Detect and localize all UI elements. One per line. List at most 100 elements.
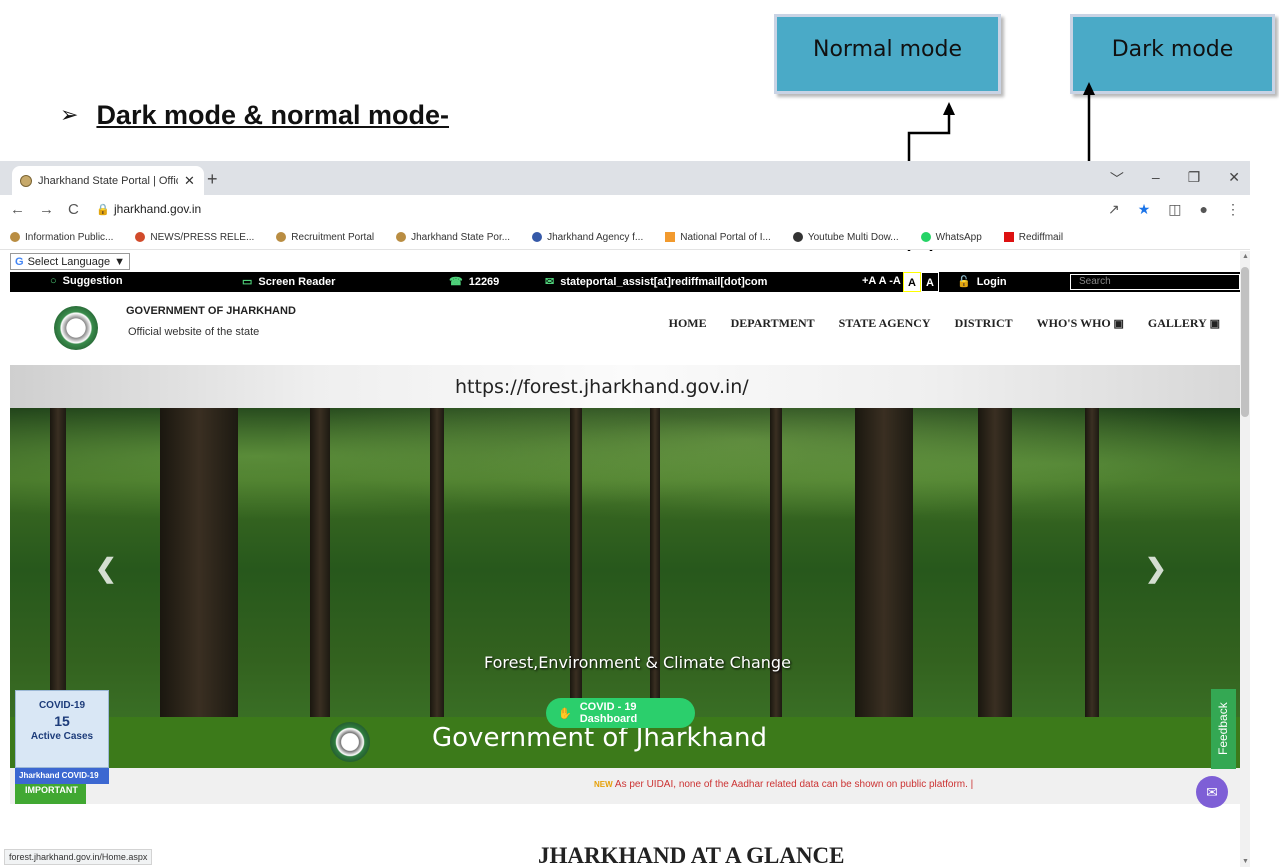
menu-state-agency[interactable]: STATE AGENCY <box>839 316 931 331</box>
bookmark-label: Information Public... <box>25 231 114 243</box>
menu-district[interactable]: DISTRICT <box>955 316 1013 331</box>
bookmark-label: Youtube Multi Dow... <box>807 231 899 243</box>
url-banner: https://forest.jharkhand.gov.in/ <box>10 365 1240 408</box>
sidepanel-icon[interactable]: ◫ <box>1168 201 1181 218</box>
normal-mode-button[interactable]: A <box>903 272 921 292</box>
covid-label: Active Cases <box>30 731 94 742</box>
site-search-input[interactable]: Search <box>1070 274 1240 290</box>
scroll-down-icon[interactable]: ▼ <box>1242 858 1249 865</box>
login-link[interactable]: 🔓 Login <box>957 275 1007 288</box>
url-banner-text: https://forest.jharkhand.gov.in/ <box>455 376 749 398</box>
bookmark-favicon-icon <box>532 232 543 242</box>
share-icon[interactable]: ↗ <box>1108 201 1120 218</box>
covid-count: 15 <box>54 713 70 729</box>
minimize-icon[interactable]: – <box>1152 169 1160 189</box>
page-scrollbar[interactable]: ▲ ▼ <box>1240 251 1250 867</box>
address-bar: ← → C 🔒 jharkhand.gov.in ↗ ★ ◫ ● ⋮ <box>0 195 1250 225</box>
bookmark-item[interactable]: WhatsApp <box>920 231 982 243</box>
normal-mode-arrowhead <box>943 102 955 115</box>
language-select-label: Select Language <box>27 255 111 268</box>
bookmark-item[interactable]: Recruitment Portal <box>276 232 374 243</box>
close-window-icon[interactable]: ✕ <box>1228 169 1240 189</box>
new-tab-button[interactable]: + <box>207 169 218 190</box>
page: ➢ Dark mode & normal mode- Normal mode D… <box>0 0 1279 867</box>
dark-mode-button[interactable]: A <box>921 272 939 292</box>
bookmark-favicon-icon <box>665 232 676 242</box>
new-badge: NEW <box>594 780 613 789</box>
bookmark-star-icon[interactable]: ★ <box>1138 201 1151 218</box>
bullet-icon: ➢ <box>60 103 79 128</box>
gov-name: GOVERNMENT OF JHARKHAND <box>126 305 296 317</box>
login-label: Login <box>976 276 1007 288</box>
forward-icon[interactable]: → <box>39 201 54 218</box>
reload-icon[interactable]: C <box>68 201 79 218</box>
suggestion-link[interactable]: ○ Suggestion <box>50 275 123 287</box>
covid-widget[interactable]: COVID-19 15 Active Cases <box>15 690 109 768</box>
menu-home[interactable]: HOME <box>669 316 707 331</box>
tab-title: Jharkhand State Portal | Official V <box>38 174 178 187</box>
dropdown-caret-icon: ▼ <box>114 255 126 268</box>
bookmark-item[interactable]: National Portal of I... <box>665 232 771 243</box>
screen-reader-link[interactable]: ▭ Screen Reader <box>242 275 335 288</box>
bookmark-favicon-icon <box>135 232 146 242</box>
scroll-up-icon[interactable]: ▲ <box>1242 253 1249 260</box>
bookmark-label: Jharkhand State Por... <box>411 231 511 243</box>
language-bar: G Select Language ▼ <box>0 251 1240 272</box>
bookmark-item[interactable]: Jharkhand State Por... <box>396 232 510 243</box>
bookmark-label: Rediffmail <box>1018 231 1064 243</box>
font-size-controls[interactable]: +A A -A <box>862 275 901 287</box>
profile-icon[interactable]: ● <box>1200 201 1208 218</box>
covid-tag[interactable]: Jharkhand COVID-19 <box>15 768 109 784</box>
bookmark-label: National Portal of I... <box>680 231 771 243</box>
restore-icon[interactable]: ❐ <box>1188 169 1201 189</box>
covid-dashboard-button[interactable]: ✋ COVID - 19 Dashboard <box>546 698 695 728</box>
suggestion-label: Suggestion <box>62 275 123 287</box>
status-bar-url: forest.jharkhand.gov.in/Home.aspx <box>4 849 153 865</box>
bookmark-label: WhatsApp <box>935 231 982 243</box>
google-icon: G <box>15 255 24 268</box>
covid-title: COVID-19 <box>38 700 86 711</box>
url-field[interactable]: jharkhand.gov.in <box>114 202 201 216</box>
covid-dashboard-label: COVID - 19 Dashboard <box>579 701 638 725</box>
bookmark-item[interactable]: NEWS/PRESS RELE... <box>135 232 254 243</box>
jharkhand-emblem-icon[interactable] <box>54 306 98 350</box>
band-emblem-icon <box>330 722 370 762</box>
slide-prev-icon[interactable]: ❮ <box>95 553 117 584</box>
ticker-message[interactable]: NEW As per UIDAI, none of the Aadhar rel… <box>594 779 973 790</box>
lock-icon[interactable]: 🔒 <box>96 203 110 216</box>
ticker-message-text: As per UIDAI, none of the Aadhar related… <box>614 779 974 790</box>
tree-trunk <box>310 408 330 768</box>
email-link[interactable]: ✉ stateportal_assist[at]rediffmail[dot]co… <box>545 275 767 288</box>
scroll-thumb[interactable] <box>1241 267 1249 417</box>
lock-icon: 🔓 <box>957 276 971 288</box>
back-icon[interactable]: ← <box>10 201 25 218</box>
browser-tab[interactable]: Jharkhand State Portal | Official V ✕ <box>12 166 204 195</box>
normal-mode-callout-label: Normal mode <box>813 37 962 62</box>
menu-gallery[interactable]: GALLERY <box>1148 316 1220 331</box>
mail-chat-icon[interactable]: ✉ <box>1196 776 1228 808</box>
site-header: GOVERNMENT OF JHARKHAND Official website… <box>10 292 1240 365</box>
thumbs-up-icon: ✋ <box>558 707 572 720</box>
tab-search-icon[interactable]: ﹀ <box>1110 169 1124 189</box>
menu-whos-who[interactable]: WHO'S WHO <box>1037 316 1124 331</box>
dark-mode-callout-label: Dark mode <box>1111 37 1234 62</box>
slide-next-icon[interactable]: ❯ <box>1145 553 1167 584</box>
mail-icon: ✉ <box>545 276 555 288</box>
rediffmail-icon <box>1003 232 1014 242</box>
bookmark-item[interactable]: Youtube Multi Dow... <box>792 231 899 243</box>
bookmark-favicon-icon <box>396 232 407 242</box>
bookmark-favicon-icon <box>792 232 803 242</box>
bookmark-item[interactable]: Rediffmail <box>1003 231 1064 243</box>
language-select[interactable]: G Select Language ▼ <box>10 253 131 270</box>
feedback-tab[interactable]: Feedback <box>1211 689 1236 769</box>
menu-department[interactable]: DEPARTMENT <box>731 316 815 331</box>
doc-heading: ➢ Dark mode & normal mode- <box>60 100 449 131</box>
bookmark-item[interactable]: Information Public... <box>10 232 113 243</box>
menu-dots-icon[interactable]: ⋮ <box>1226 201 1240 218</box>
window-controls: ﹀ – ❐ ✕ <box>1110 169 1240 189</box>
site-favicon-icon <box>20 174 32 187</box>
bookmark-item[interactable]: Jharkhand Agency f... <box>532 232 643 243</box>
helpline[interactable]: ☎ 12269 <box>449 275 499 288</box>
tree-trunk <box>430 408 444 768</box>
close-tab-icon[interactable]: ✕ <box>184 173 195 189</box>
